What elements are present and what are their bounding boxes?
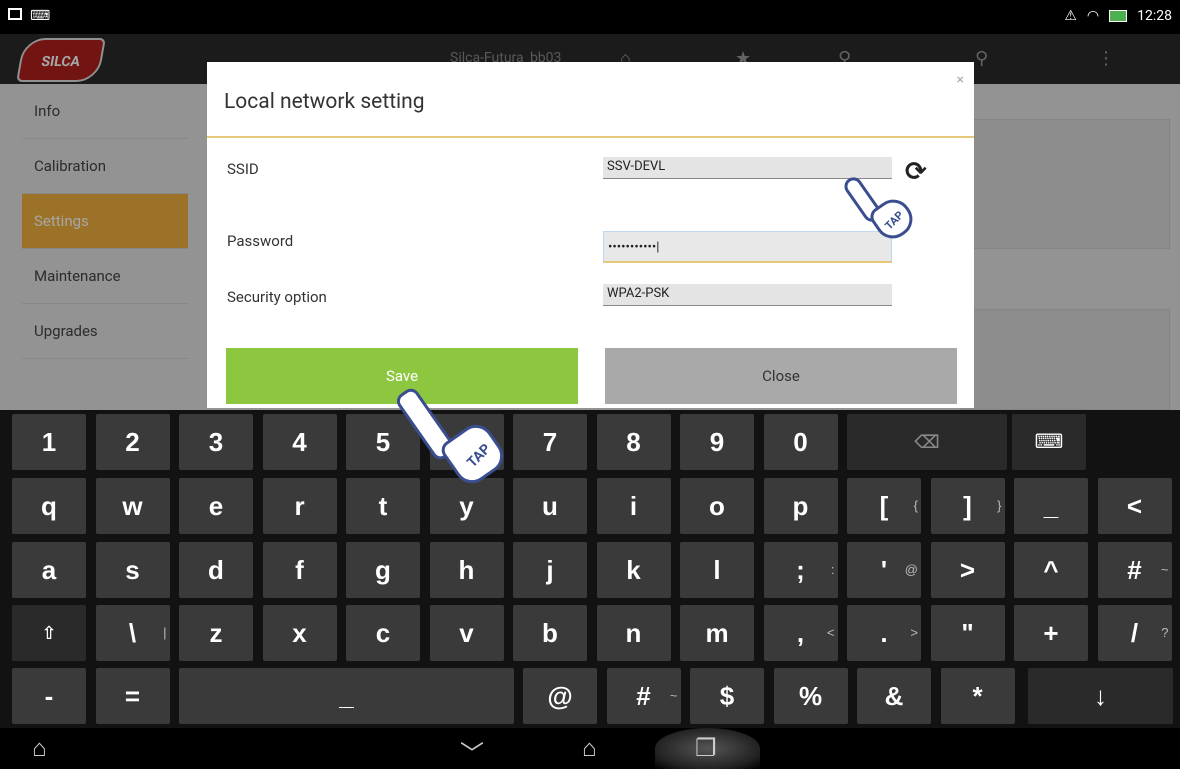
key[interactable]: *	[940, 668, 1015, 724]
key[interactable]: 8	[596, 414, 671, 470]
key-alt-label: :	[830, 562, 835, 577]
title-divider	[207, 136, 974, 138]
key[interactable]: 7	[513, 414, 587, 470]
wifi-icon: ◠	[1086, 8, 1100, 24]
status-bar: ⌨ ⚠ ◠ 12:28	[0, 0, 1180, 34]
key[interactable]: . >	[847, 605, 921, 661]
key[interactable]: a	[12, 542, 86, 598]
keyboard-switch-icon[interactable]: ⌨	[1012, 414, 1086, 470]
key[interactable]: h	[429, 542, 504, 598]
close-icon[interactable]: ×	[957, 72, 964, 88]
keyboard-status-icon: ⌨	[30, 8, 51, 24]
key[interactable]: d	[179, 542, 253, 598]
key[interactable]: \ |	[95, 605, 170, 661]
key[interactable]: f	[262, 542, 337, 598]
on-screen-keyboard: 1234567890⌫⌨qwertyuiop[{]}_<asdfghjkl;:'…	[0, 410, 1180, 728]
key[interactable]: <	[1097, 478, 1172, 534]
key[interactable]: [{	[847, 478, 921, 534]
key[interactable]: i	[596, 478, 671, 534]
home-nav-icon[interactable]: ⌂	[582, 734, 597, 763]
key[interactable]: @	[523, 668, 597, 724]
back-icon[interactable]: ﹀	[460, 734, 484, 769]
key[interactable]: 9	[680, 414, 754, 470]
space-key[interactable]: _	[179, 668, 514, 724]
backspace-key[interactable]: ⌫	[847, 414, 1007, 470]
key[interactable]: "	[930, 605, 1005, 661]
key[interactable]: # ~	[1097, 542, 1172, 598]
key[interactable]: q	[12, 478, 86, 534]
key[interactable]: %	[773, 668, 848, 724]
key-alt-label: }	[997, 498, 1002, 513]
key-alt-label: <	[826, 625, 835, 640]
key[interactable]: ;:	[763, 542, 838, 598]
key[interactable]: j	[513, 542, 587, 598]
key[interactable]: c	[346, 605, 420, 661]
key-alt-label: ~	[669, 688, 678, 703]
close-button[interactable]: Close	[605, 348, 957, 404]
key-alt-label: |	[163, 625, 167, 640]
key[interactable]: 4	[262, 414, 337, 470]
key[interactable]: , <	[763, 605, 838, 661]
password-label: Password	[227, 232, 294, 250]
key[interactable]: l	[680, 542, 754, 598]
key-alt-label: ~	[1160, 562, 1169, 577]
key[interactable]: t	[346, 478, 420, 534]
key[interactable]: b	[513, 605, 587, 661]
key-alt-label: {	[913, 498, 918, 513]
key[interactable]: $	[690, 668, 764, 724]
key[interactable]: u	[513, 478, 587, 534]
key[interactable]: o	[680, 478, 754, 534]
no-sim-icon: ⚠	[1064, 8, 1077, 24]
key-alt-label: >	[910, 625, 918, 640]
key[interactable]: # ~	[606, 668, 681, 724]
system-nav-bar: ⌂ ﹀ ⌂ ❐	[0, 728, 1180, 769]
tap-hint-save: TAP	[393, 378, 511, 491]
key[interactable]: >	[930, 542, 1005, 598]
key[interactable]: +	[1014, 605, 1088, 661]
key[interactable]: &	[857, 668, 931, 724]
battery-icon	[1109, 10, 1128, 22]
key[interactable]: /?	[1097, 605, 1172, 661]
key[interactable]: 3	[179, 414, 253, 470]
key[interactable]: -	[12, 668, 86, 724]
key[interactable]: 2	[95, 414, 170, 470]
security-option-label: Security option	[227, 288, 327, 306]
key[interactable]: v	[429, 605, 504, 661]
key[interactable]: x	[262, 605, 337, 661]
network-dialog: Local network setting × SSID SSV-DEVL ⟳ …	[207, 62, 974, 408]
key[interactable]: g	[346, 542, 420, 598]
key[interactable]: p	[763, 478, 838, 534]
key-alt-label: @	[904, 562, 918, 577]
shift-key[interactable]: ⇧	[12, 605, 86, 661]
key[interactable]: z	[179, 605, 253, 661]
hide-keyboard-icon[interactable]: ⌂	[32, 734, 47, 763]
key[interactable]: ' @	[847, 542, 921, 598]
key[interactable]: m	[680, 605, 754, 661]
ssid-label: SSID	[227, 160, 259, 178]
key[interactable]: =	[95, 668, 170, 724]
key[interactable]: 1	[12, 414, 86, 470]
enter-key[interactable]: ↓	[1028, 668, 1173, 724]
screenshot-icon	[8, 8, 22, 20]
key[interactable]: k	[596, 542, 671, 598]
key[interactable]: r	[262, 478, 337, 534]
key[interactable]: w	[95, 478, 170, 534]
key[interactable]: n	[596, 605, 671, 661]
dialog-title: Local network setting	[224, 90, 425, 114]
recents-icon[interactable]: ❐	[695, 734, 717, 762]
key[interactable]: _	[1014, 478, 1088, 534]
clock: 12:28	[1137, 8, 1172, 24]
security-option-select[interactable]: WPA2-PSK	[603, 284, 892, 306]
key[interactable]: 0	[763, 414, 838, 470]
key-alt-label: ?	[1161, 625, 1169, 640]
key[interactable]: ^	[1014, 542, 1088, 598]
key[interactable]: e	[179, 478, 253, 534]
key[interactable]: s	[95, 542, 170, 598]
password-field[interactable]: •••••••••••|	[603, 231, 892, 263]
ssid-field[interactable]: SSV-DEVL	[603, 157, 892, 179]
key[interactable]: ]}	[930, 478, 1005, 534]
tap-hint-refresh: TAP	[840, 170, 920, 246]
